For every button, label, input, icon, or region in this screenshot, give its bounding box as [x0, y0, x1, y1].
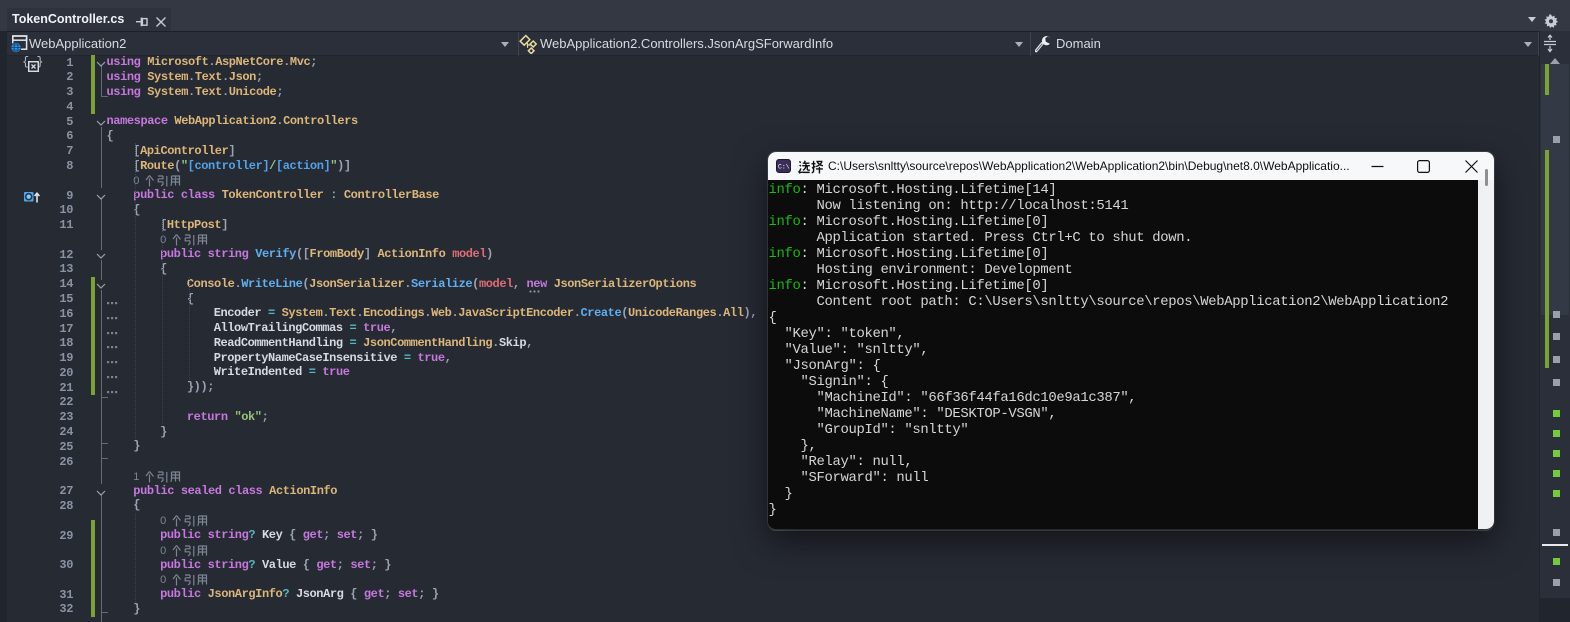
svg-text:C:\: C:\ [778, 164, 790, 171]
